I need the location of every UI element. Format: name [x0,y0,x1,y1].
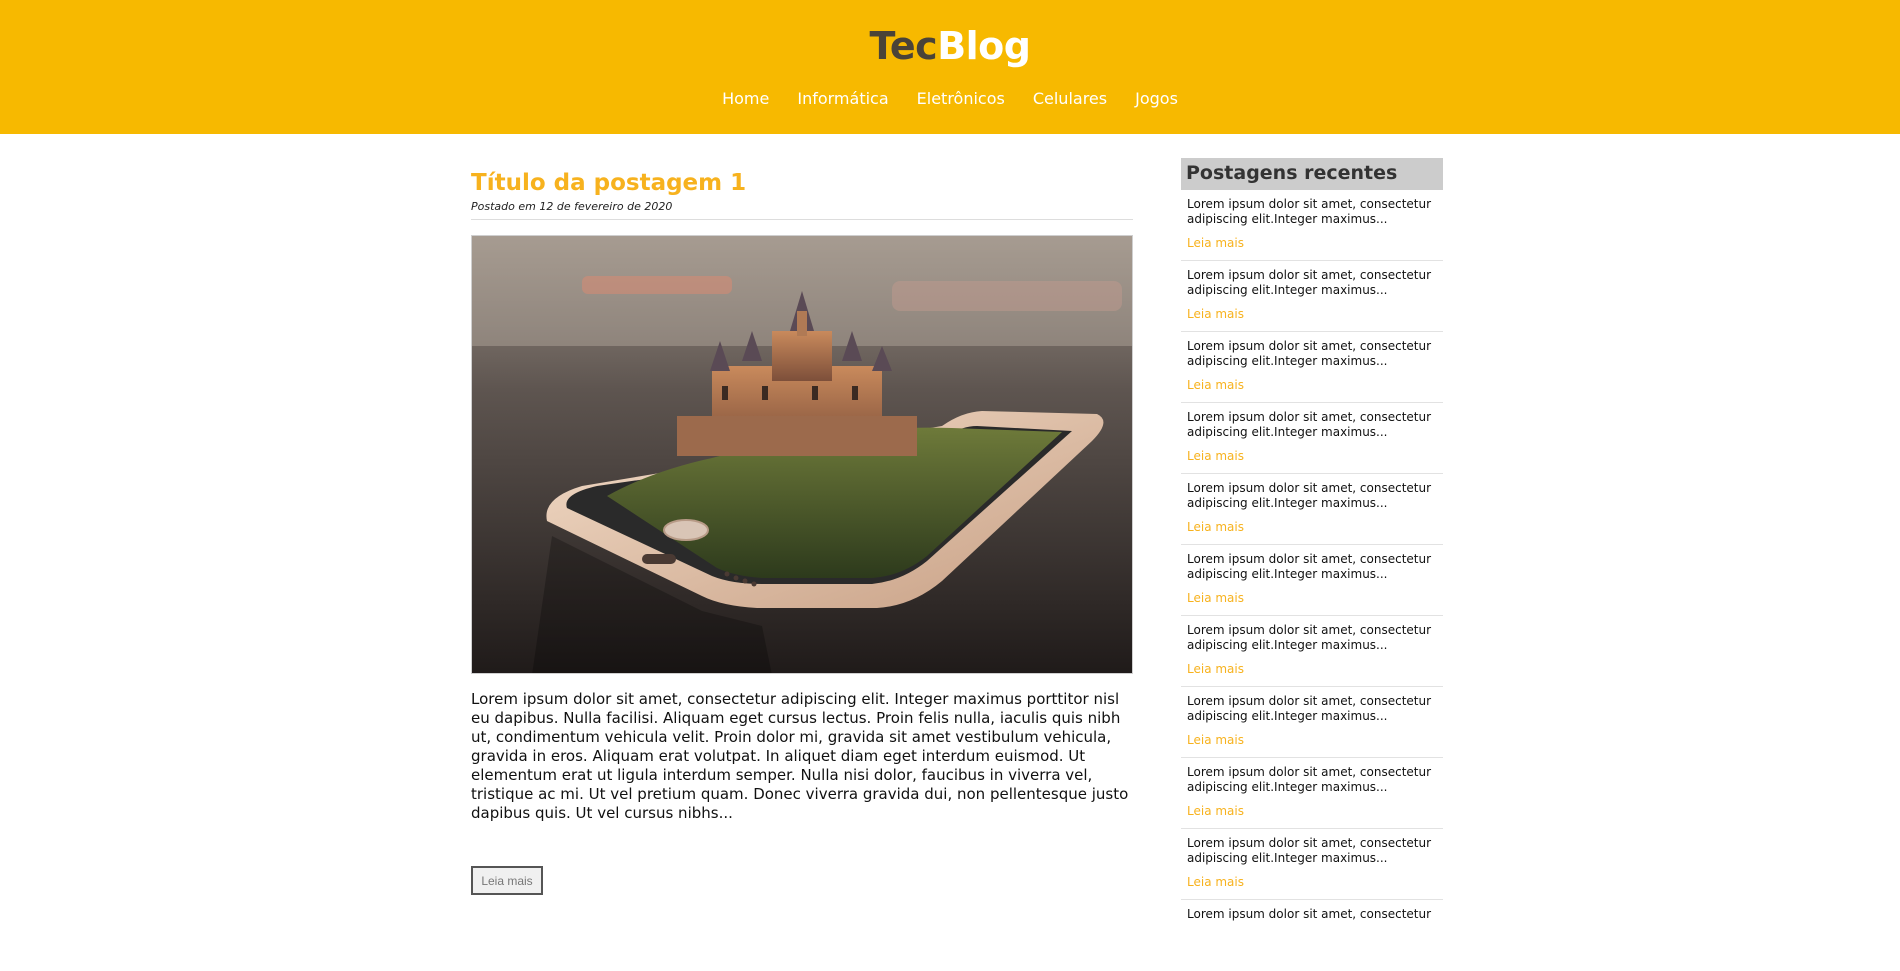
recent-post-read-more[interactable]: Leia mais [1187,733,1244,747]
logo-blog: Blog [937,24,1031,68]
recent-post-read-more[interactable]: Leia mais [1187,875,1244,889]
recent-post-item: Lorem ipsum dolor sit amet, consectetur … [1181,190,1443,261]
recent-post-read-more[interactable]: Leia mais [1187,520,1244,534]
recent-post-text: Lorem ipsum dolor sit amet, consectetur … [1187,268,1432,297]
nav-informatica[interactable]: Informática [783,89,902,108]
recent-post-text: Lorem ipsum dolor sit amet, consectetur [1187,907,1432,921]
nav-home[interactable]: Home [708,89,783,108]
recent-post-text: Lorem ipsum dolor sit amet, consectetur … [1187,623,1432,652]
post-title[interactable]: Título da postagem 1 [471,170,1133,196]
recent-post-item: Lorem ipsum dolor sit amet, consectetur … [1181,474,1443,545]
sidebar-recent-posts: Postagens recentes Lorem ipsum dolor sit… [1181,158,1443,971]
main-content: Título da postagem 1 Postado em 12 de fe… [471,170,1133,895]
recent-post-text: Lorem ipsum dolor sit amet, consectetur … [1187,552,1432,581]
recent-post-item: Lorem ipsum dolor sit amet, consectetur … [1181,261,1443,332]
recent-post-read-more[interactable]: Leia mais [1187,307,1244,321]
recent-post-read-more[interactable]: Leia mais [1187,378,1244,392]
post-image [471,235,1133,674]
castle-phone-illustration [472,236,1132,673]
recent-post-text: Lorem ipsum dolor sit amet, consectetur … [1187,197,1432,226]
recent-post-text: Lorem ipsum dolor sit amet, consectetur … [1187,694,1432,723]
recent-post-text: Lorem ipsum dolor sit amet, consectetur … [1187,836,1432,865]
nav-celulares[interactable]: Celulares [1019,89,1121,108]
recent-post-read-more[interactable]: Leia mais [1187,662,1244,676]
recent-post-text: Lorem ipsum dolor sit amet, consectetur … [1187,765,1432,794]
recent-post-text: Lorem ipsum dolor sit amet, consectetur … [1187,481,1432,510]
recent-post-item: Lorem ipsum dolor sit amet, consectetur [1181,900,1443,971]
nav-jogos[interactable]: Jogos [1121,89,1192,108]
recent-post-text: Lorem ipsum dolor sit amet, consectetur … [1187,339,1432,368]
recent-post-item: Lorem ipsum dolor sit amet, consectetur … [1181,829,1443,900]
recent-post-item: Lorem ipsum dolor sit amet, consectetur … [1181,403,1443,474]
recent-post-read-more[interactable]: Leia mais [1187,449,1244,463]
recent-post-item: Lorem ipsum dolor sit amet, consectetur … [1181,616,1443,687]
nav-eletronicos[interactable]: Eletrônicos [903,89,1019,108]
recent-post-item: Lorem ipsum dolor sit amet, consectetur … [1181,758,1443,829]
post-date: Postado em 12 de fevereiro de 2020 [471,200,1133,220]
recent-post-item: Lorem ipsum dolor sit amet, consectetur … [1181,545,1443,616]
post-excerpt: Lorem ipsum dolor sit amet, consectetur … [471,690,1129,822]
main-nav: Home Informática Eletrônicos Celulares J… [0,89,1900,108]
site-logo[interactable]: TecBlog [0,24,1900,68]
recent-post-read-more[interactable]: Leia mais [1187,804,1244,818]
site-header: TecBlog Home Informática Eletrônicos Cel… [0,0,1900,134]
recent-post-read-more[interactable]: Leia mais [1187,236,1244,250]
sidebar-title: Postagens recentes [1181,158,1443,190]
recent-post-item: Lorem ipsum dolor sit amet, consectetur … [1181,687,1443,758]
read-more-button[interactable]: Leia mais [471,866,543,895]
recent-post-text: Lorem ipsum dolor sit amet, consectetur … [1187,410,1432,439]
recent-post-read-more[interactable]: Leia mais [1187,591,1244,605]
recent-post-item: Lorem ipsum dolor sit amet, consectetur … [1181,332,1443,403]
logo-tec: Tec [869,24,938,68]
